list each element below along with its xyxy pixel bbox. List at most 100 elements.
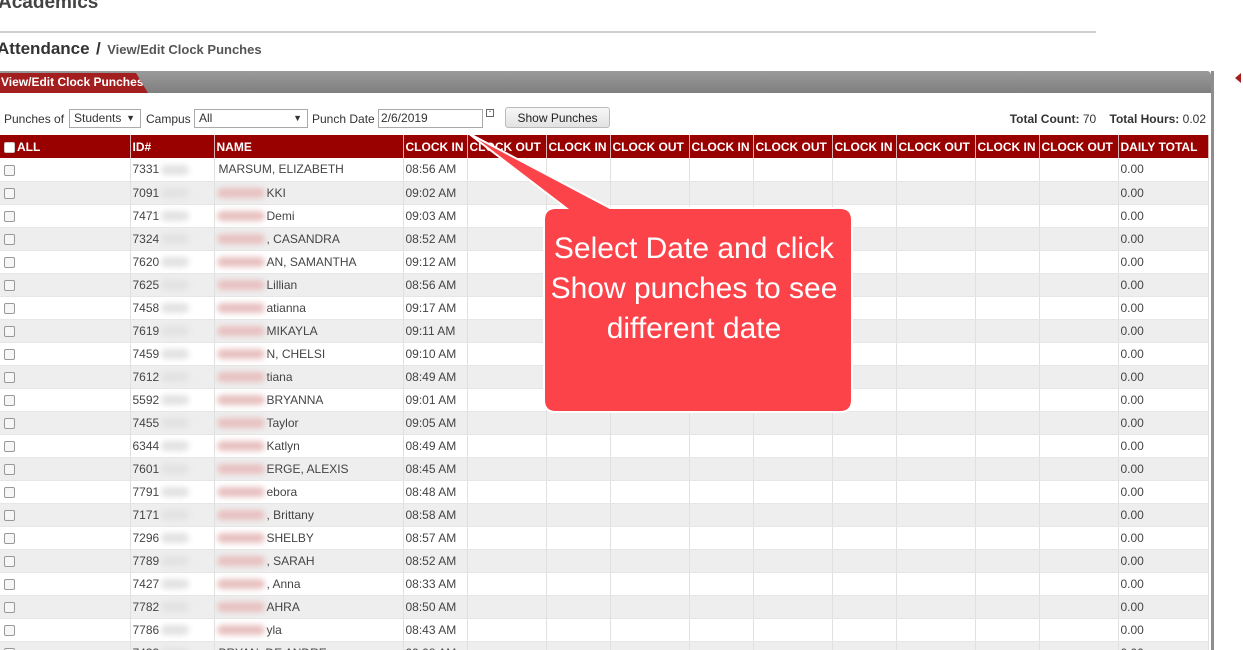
student-name[interactable]: AHRA (267, 600, 300, 614)
table-row[interactable]: 7427 , Anna 08:33 AM 0.00 (0, 572, 1209, 596)
table-row[interactable]: 5592 BRYANNA 09:01 AM 0.00 (0, 388, 1209, 412)
student-name[interactable]: BRYAN, DE ANDRE (219, 646, 327, 650)
punch-cell[interactable] (689, 480, 754, 504)
punch-cell[interactable] (467, 342, 547, 366)
punch-cell[interactable] (896, 549, 976, 573)
clock-in-cell[interactable]: 08:52 AM (403, 549, 468, 573)
punch-cell[interactable] (610, 618, 690, 642)
punch-cell[interactable] (1039, 549, 1119, 573)
punch-cell[interactable] (1039, 480, 1119, 504)
punch-cell[interactable] (689, 526, 754, 550)
punch-cell[interactable] (689, 641, 754, 650)
punch-cell[interactable] (1039, 158, 1119, 182)
punch-cell[interactable] (1039, 273, 1119, 297)
punch-cell[interactable] (546, 411, 611, 435)
punch-cell[interactable] (546, 434, 611, 458)
select-all-checkbox[interactable] (4, 141, 15, 153)
name-cell[interactable]: MARSUM, ELIZABETH (214, 158, 404, 182)
punch-cell[interactable] (753, 457, 833, 481)
table-row[interactable]: 7455 Taylor 09:05 AM 0.00 (0, 411, 1209, 435)
punch-cell[interactable] (467, 411, 547, 435)
punch-cell[interactable] (1039, 296, 1119, 320)
punch-cell[interactable] (753, 641, 833, 650)
punch-cell[interactable] (610, 572, 690, 596)
punch-cell[interactable] (975, 572, 1040, 596)
punch-cell[interactable] (975, 204, 1040, 228)
punch-cell[interactable] (546, 618, 611, 642)
row-checkbox[interactable] (4, 348, 15, 360)
table-row[interactable]: 7171 , Brittany 08:58 AM 0.00 (0, 503, 1209, 527)
table-row[interactable]: 7471 Demi 09:03 AM 0.00 (0, 204, 1209, 228)
student-name[interactable]: Lillian (267, 278, 298, 292)
punch-cell[interactable] (689, 365, 754, 389)
name-cell[interactable]: BRYAN, DE ANDRE (214, 641, 404, 650)
punch-cell[interactable] (975, 342, 1040, 366)
punch-cell[interactable] (975, 595, 1040, 619)
punch-cell[interactable] (610, 158, 690, 182)
student-name[interactable]: AN, SAMANTHA (267, 255, 357, 269)
punch-cell[interactable] (896, 365, 976, 389)
punch-cell[interactable] (546, 526, 611, 550)
clock-in-cell[interactable]: 08:58 AM (403, 503, 468, 527)
student-name[interactable]: , Anna (267, 577, 301, 591)
punch-cell[interactable] (1039, 503, 1119, 527)
punch-cell[interactable] (467, 434, 547, 458)
punch-cell[interactable] (975, 365, 1040, 389)
punch-cell[interactable] (753, 411, 833, 435)
student-name[interactable]: SHELBY (267, 531, 314, 545)
student-name[interactable]: ERGE, ALEXIS (267, 462, 349, 476)
student-name[interactable]: atianna (267, 301, 306, 315)
punch-cell[interactable] (832, 549, 897, 573)
punch-cell[interactable] (896, 434, 976, 458)
punch-cell[interactable] (1039, 365, 1119, 389)
punch-cell[interactable] (689, 388, 754, 412)
name-cell[interactable]: , Anna (214, 572, 404, 596)
clock-in-cell[interactable]: 09:08 AM (403, 641, 468, 650)
name-cell[interactable]: AHRA (214, 595, 404, 619)
table-row[interactable]: 7296 SHELBY 08:57 AM 0.00 (0, 526, 1209, 550)
name-cell[interactable]: , CASANDRA (214, 227, 404, 251)
punch-cell[interactable] (1039, 595, 1119, 619)
clock-in-cell[interactable]: 08:52 AM (403, 227, 468, 251)
punch-cell[interactable] (896, 572, 976, 596)
punch-cell[interactable] (832, 457, 897, 481)
punch-cell[interactable] (753, 595, 833, 619)
punch-cell[interactable] (832, 158, 897, 182)
row-checkbox[interactable] (4, 486, 15, 498)
punch-cell[interactable] (1039, 319, 1119, 343)
punch-cell[interactable] (1039, 572, 1119, 596)
punch-cell[interactable] (896, 273, 976, 297)
row-checkbox[interactable] (4, 302, 15, 314)
table-row[interactable]: 7601 ERGE, ALEXIS 08:45 AM 0.00 (0, 457, 1209, 481)
punch-cell[interactable] (896, 388, 976, 412)
punch-cell[interactable] (1039, 618, 1119, 642)
punch-cell[interactable] (896, 480, 976, 504)
student-name[interactable]: tiana (267, 370, 293, 384)
punch-cell[interactable] (1039, 181, 1119, 205)
punch-cell[interactable] (832, 618, 897, 642)
clock-in-cell[interactable]: 08:48 AM (403, 480, 468, 504)
name-cell[interactable]: KKI (214, 181, 404, 205)
punch-cell[interactable] (975, 503, 1040, 527)
name-cell[interactable]: ebora (214, 480, 404, 504)
student-name[interactable]: MIKAYLA (267, 324, 318, 338)
punch-cell[interactable] (975, 457, 1040, 481)
punch-cell[interactable] (896, 227, 976, 251)
punch-cell[interactable] (610, 480, 690, 504)
punch-cell[interactable] (753, 158, 833, 182)
punch-cell[interactable] (896, 342, 976, 366)
punch-cell[interactable] (467, 526, 547, 550)
clock-in-cell[interactable]: 08:49 AM (403, 434, 468, 458)
clock-in-cell[interactable]: 09:02 AM (403, 181, 468, 205)
row-checkbox[interactable] (4, 325, 15, 337)
punch-cell[interactable] (832, 365, 897, 389)
punch-cell[interactable] (896, 503, 976, 527)
clock-in-cell[interactable]: 09:03 AM (403, 204, 468, 228)
name-cell[interactable]: ERGE, ALEXIS (214, 457, 404, 481)
punch-cell[interactable] (546, 641, 611, 650)
punch-cell[interactable] (975, 549, 1040, 573)
punch-cell[interactable] (975, 250, 1040, 274)
name-cell[interactable]: Demi (214, 204, 404, 228)
punch-cell[interactable] (467, 595, 547, 619)
punch-date-input[interactable]: 2/6/2019 (378, 109, 483, 128)
